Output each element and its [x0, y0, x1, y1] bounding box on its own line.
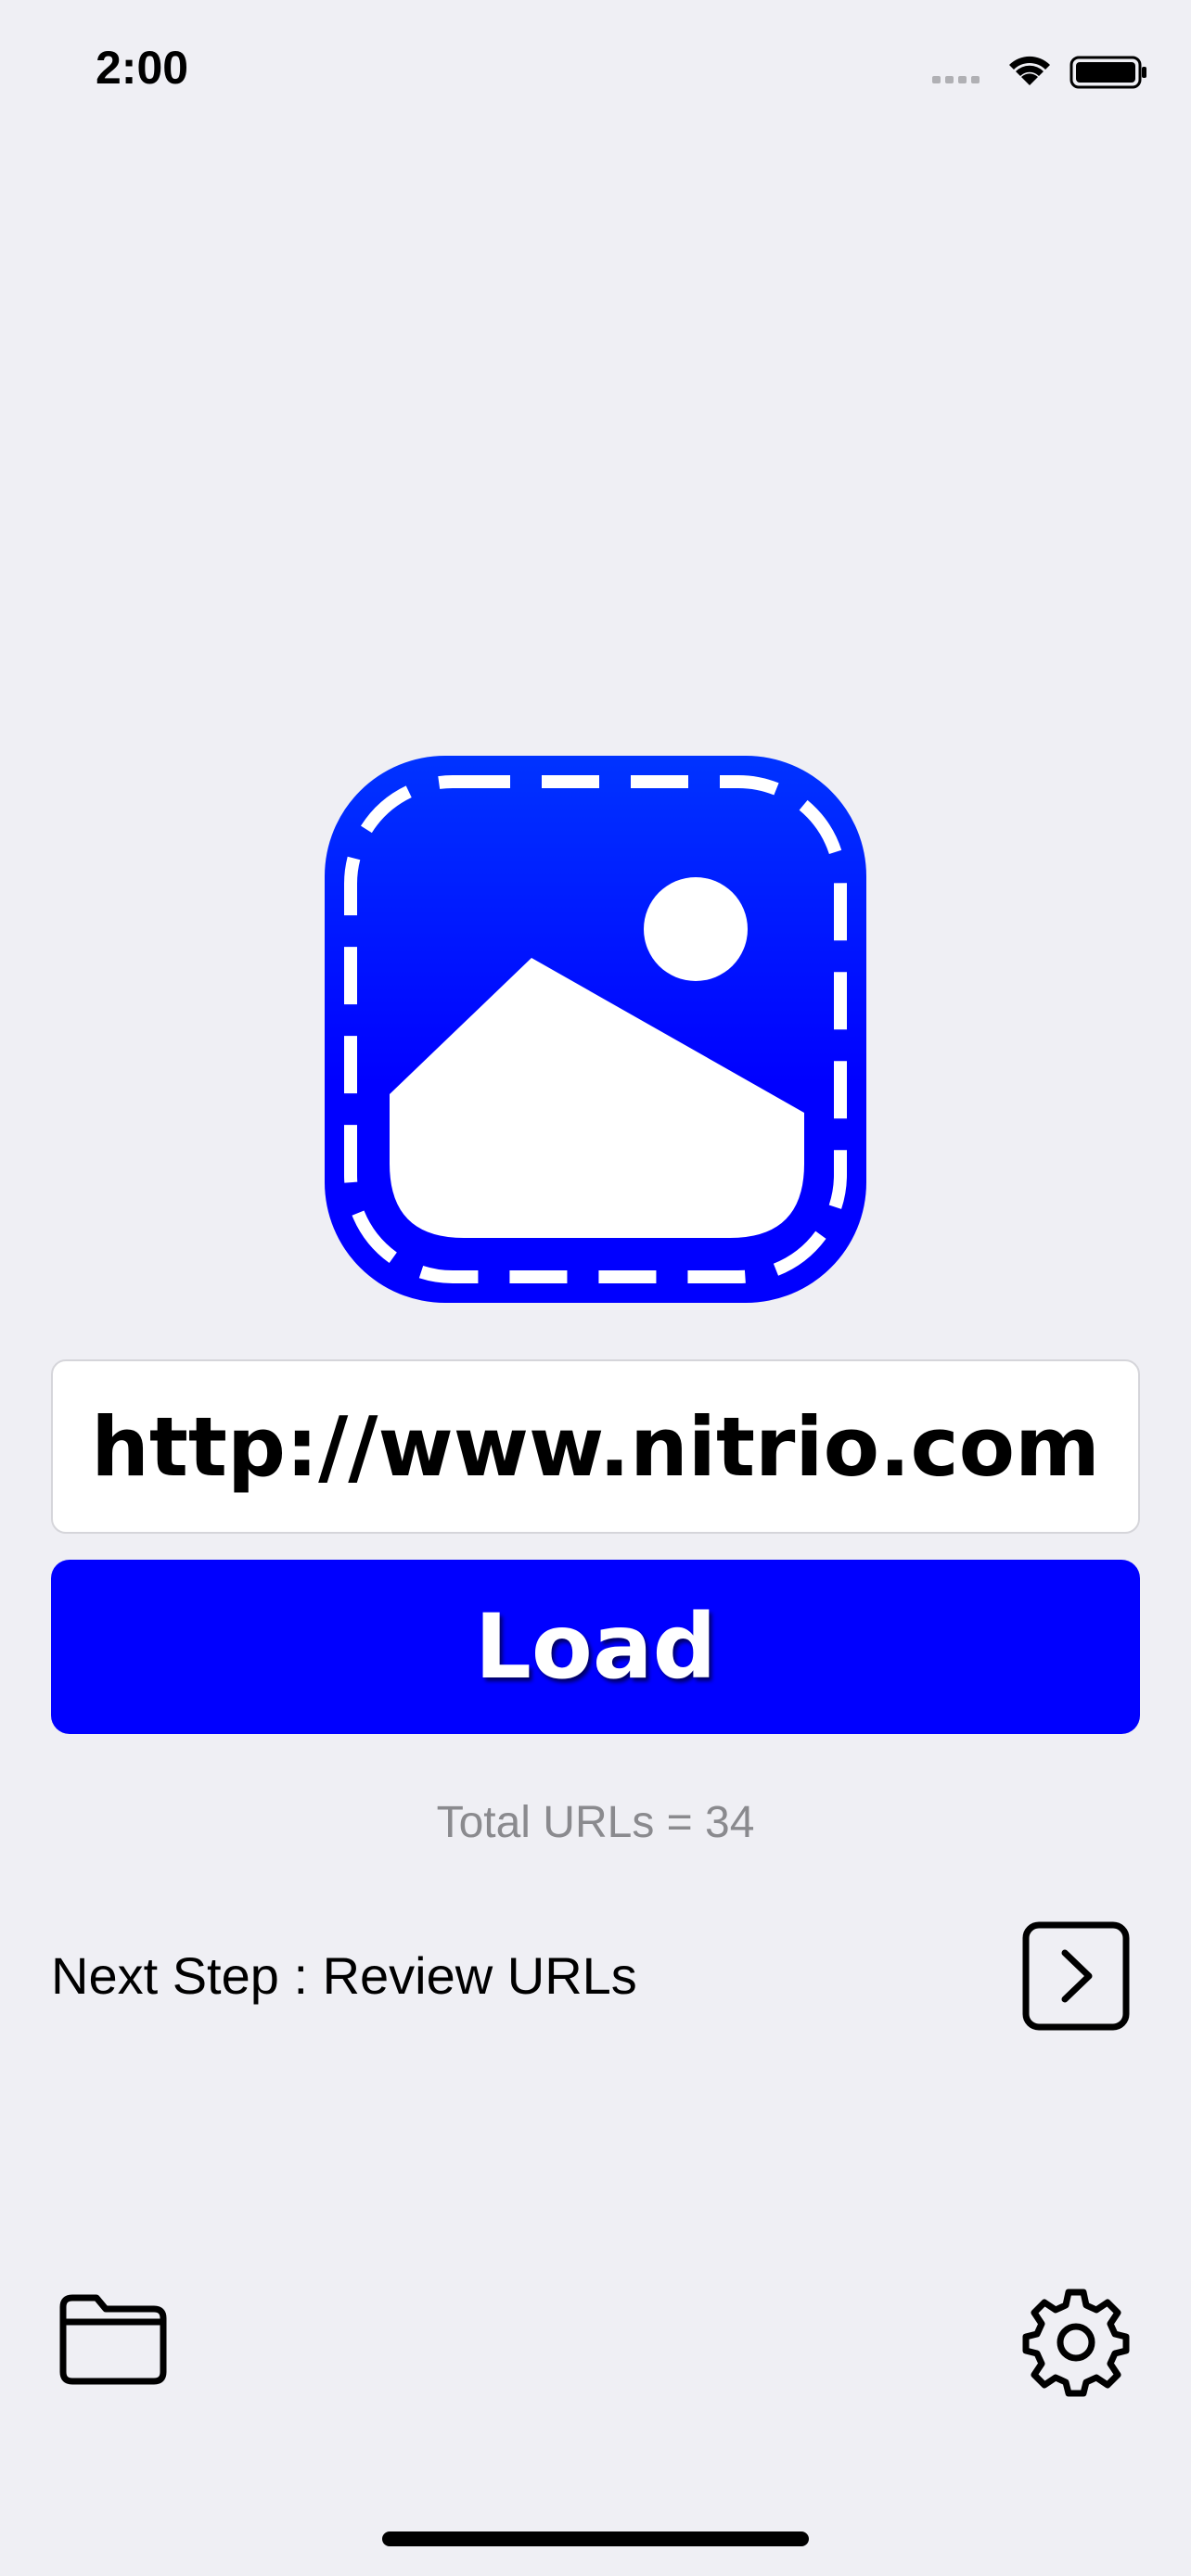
total-urls-label: Total URLs = 34	[436, 1798, 755, 1847]
load-button[interactable]: Load	[51, 1560, 1140, 1734]
wifi-icon	[1009, 56, 1050, 85]
next-step-label: Next Step : Review URLs	[51, 1946, 637, 2005]
gear-icon[interactable]	[1020, 2287, 1132, 2398]
chevron-right-square-icon[interactable]	[1020, 1919, 1132, 2033]
cellular-signal-icon	[932, 76, 980, 83]
status-icons	[932, 56, 1146, 89]
folder-icon[interactable]	[58, 2290, 169, 2387]
battery-icon	[1069, 56, 1146, 89]
app-logo	[325, 756, 866, 1303]
home-indicator[interactable]	[382, 2531, 809, 2546]
url-input[interactable]: http://www.nitrio.com	[51, 1359, 1140, 1534]
status-time: 2:00	[96, 42, 189, 94]
